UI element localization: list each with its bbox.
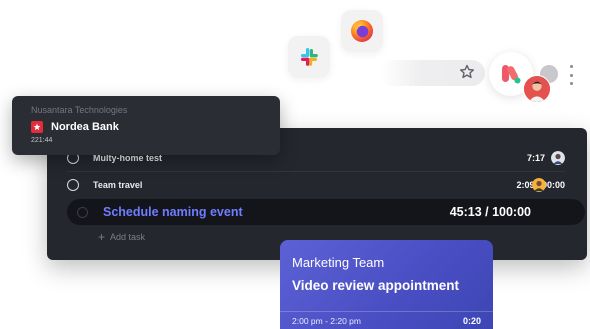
notification-time: 221:44: [31, 137, 53, 144]
firefox-icon: [351, 20, 373, 42]
task-time: 7:17: [526, 153, 545, 163]
task-checkbox[interactable]: [77, 206, 88, 218]
notification-company: Nusantara Technologies: [31, 105, 128, 115]
avatar: [532, 177, 546, 192]
active-task-label: Schedule naming event: [103, 205, 243, 219]
firefox-app-tile[interactable]: [341, 10, 383, 52]
assignee-avatar[interactable]: [523, 75, 551, 103]
add-task-label: Add task: [110, 232, 146, 242]
notification-popup[interactable]: Nusantara Technologies Nordea Bank 221:4…: [12, 96, 280, 155]
event-time-range: 2:00 pm - 2:20 pm: [292, 315, 361, 326]
event-footer: 2:00 pm - 2:20 pm 0:20: [280, 311, 493, 329]
bank-star-icon: [31, 121, 43, 133]
event-duration: 0:20: [462, 315, 481, 326]
active-task-timer: 45:13 / 100:00: [449, 205, 531, 219]
plus-icon: +: [98, 230, 106, 244]
avatar: [551, 151, 565, 165]
kebab-menu-icon[interactable]: [567, 65, 575, 85]
notification-bank: Nordea Bank: [51, 121, 119, 133]
task-checkbox[interactable]: [67, 178, 79, 191]
slack-app-tile[interactable]: [288, 36, 330, 78]
slack-icon: [301, 48, 318, 66]
star-icon[interactable]: [458, 63, 476, 81]
active-task-row[interactable]: Schedule naming event 45:13 / 100:00: [67, 199, 585, 225]
add-task-button[interactable]: + Add task: [98, 231, 145, 243]
event-card[interactable]: Marketing Team Video review appointment …: [280, 240, 493, 329]
extension-logo-icon: [502, 65, 521, 84]
event-team: Marketing Team: [292, 255, 385, 270]
task-label: Team travel: [93, 179, 143, 190]
event-title: Video review appointment: [292, 278, 460, 293]
task-row[interactable]: Team travel 2:09 / 90:00: [67, 171, 565, 197]
